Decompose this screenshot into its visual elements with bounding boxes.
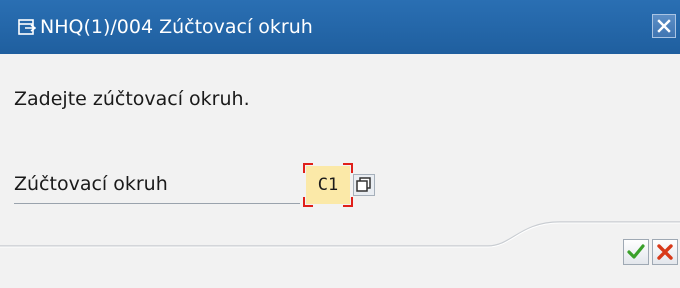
cancel-button[interactable]	[652, 239, 678, 265]
close-button[interactable]	[652, 14, 676, 38]
cancel-x-icon	[657, 244, 673, 260]
value-help-button[interactable]	[353, 174, 375, 196]
dialog-window-icon	[18, 19, 37, 35]
instruction-message: Zadejte zúčtovací okruh.	[14, 88, 250, 110]
field-label: Zúčtovací okruh	[14, 173, 168, 195]
window-title: NHQ(1)/004 Zúčtovací okruh	[40, 16, 313, 38]
value-help-icon	[356, 177, 371, 192]
field-row-clearing-area: Zúčtovací okruh C1	[14, 163, 680, 207]
field-underline	[14, 203, 300, 204]
confirm-button[interactable]	[623, 239, 649, 265]
footer-divider	[0, 221, 680, 248]
clearing-area-value: C1	[317, 175, 339, 195]
focus-marker	[343, 163, 353, 173]
focus-marker	[343, 197, 353, 207]
dialog-window: NHQ(1)/004 Zúčtovací okruh Zadejte zúčto…	[0, 0, 680, 288]
close-icon	[657, 19, 671, 33]
checkmark-icon	[627, 244, 645, 259]
focus-marker	[303, 197, 313, 207]
focus-marker	[303, 163, 313, 173]
clearing-area-input[interactable]: C1	[303, 163, 353, 207]
title-bar[interactable]: NHQ(1)/004 Zúčtovací okruh	[0, 0, 680, 54]
